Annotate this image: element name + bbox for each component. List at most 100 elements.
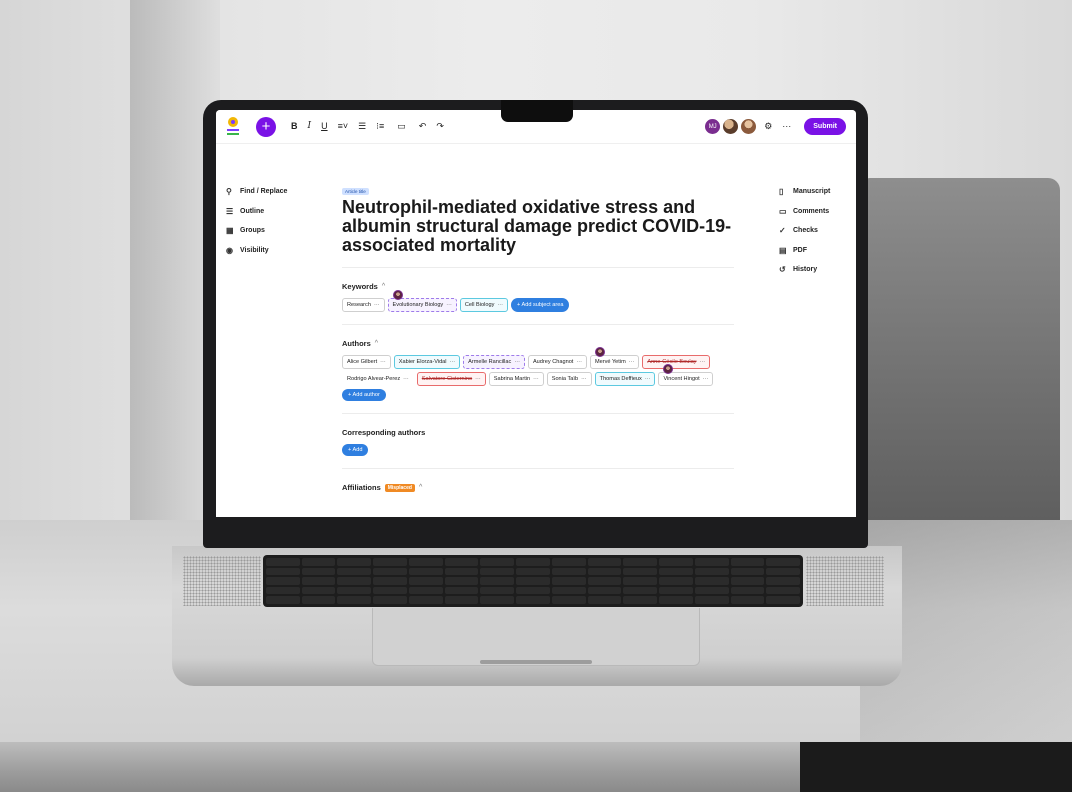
keywords-heading[interactable]: Keywords ^	[342, 282, 734, 291]
keyboard-key	[730, 567, 765, 576]
keyword-chip[interactable]: Evolutionary Biology ···	[387, 290, 457, 312]
authors-heading[interactable]: Authors ^	[342, 339, 734, 348]
keyboard-key	[659, 558, 693, 566]
keyboard-key	[623, 586, 658, 595]
keyboard-key	[480, 577, 515, 585]
author-chip[interactable]: Salvatore Cisternino ···	[416, 372, 486, 386]
more-icon[interactable]: ···	[374, 302, 380, 308]
keyboard-key	[659, 567, 693, 576]
more-icon[interactable]: ···	[699, 359, 705, 365]
sidebar-item-checks[interactable]: ✓ Checks	[779, 221, 830, 241]
divider	[342, 413, 734, 414]
keyboard-key	[408, 567, 443, 576]
more-icon[interactable]: ···	[576, 359, 582, 365]
settings-icon[interactable]: ⚙	[764, 122, 772, 131]
sidebar-item-visibility[interactable]: ◉ Visibility	[226, 241, 287, 261]
more-icon[interactable]: ···	[403, 376, 409, 382]
more-icon[interactable]: ···	[380, 359, 386, 365]
more-icon[interactable]: ···	[645, 376, 651, 382]
author-chip[interactable]: Rodrigo Alvear-Perez ···	[342, 372, 414, 386]
keyboard-key	[551, 577, 586, 585]
keyboard-key	[444, 567, 479, 576]
divider	[342, 324, 734, 325]
groups-icon: ▦	[226, 226, 234, 236]
keyboard-key	[694, 577, 729, 585]
author-chip[interactable]: Alice Gilbert ···	[342, 355, 391, 369]
author-chip[interactable]: Anne-Cécile Boulay ···	[642, 355, 711, 369]
chevron-up-icon[interactable]: ^	[382, 283, 385, 290]
app-screen: + B I U ≡˅ ☰ ⁝≡ ▭ ↶ ↷ MJ ⚙ ··· Submit ⚲ …	[216, 110, 856, 517]
keyboard-key	[373, 577, 407, 585]
right-speaker-grille	[806, 556, 884, 606]
bullet-list-icon[interactable]: ☰	[358, 122, 366, 131]
italic-button[interactable]: I	[308, 122, 312, 131]
underline-button[interactable]: U	[321, 122, 328, 131]
affiliations-heading[interactable]: Affiliations Misplaced ^	[342, 483, 734, 492]
sidebar-item-label: Groups	[240, 227, 265, 235]
keyboard-key	[373, 558, 407, 566]
search-icon: ⚲	[226, 187, 232, 197]
keyword-chip[interactable]: Research ···	[342, 298, 385, 312]
keyboard-key	[266, 586, 300, 595]
keyboard-key	[516, 596, 550, 604]
keyword-chip[interactable]: Cell Biology ···	[459, 298, 508, 312]
keyboard-key	[373, 567, 407, 576]
chevron-up-icon[interactable]: ^	[419, 484, 422, 491]
align-icon[interactable]: ≡˅	[338, 122, 349, 131]
more-icon[interactable]: ···	[497, 302, 503, 308]
more-icon[interactable]: ···	[446, 302, 452, 308]
author-chip[interactable]: Sabrina Martin ···	[488, 372, 544, 386]
keyboard-key	[301, 596, 336, 604]
more-icon[interactable]: ···	[703, 376, 709, 382]
sidebar-item-history[interactable]: ↺ History	[779, 260, 830, 280]
author-chip[interactable]: Sonia Taïb ···	[546, 372, 592, 386]
sidebar-item-label: History	[793, 266, 818, 274]
more-icon[interactable]: ···	[533, 376, 539, 382]
keyboard-key	[730, 558, 765, 566]
more-icon[interactable]: ···	[514, 359, 520, 365]
more-icon[interactable]: ···	[450, 359, 456, 365]
sidebar-item-outline[interactable]: ☰ Outline	[226, 202, 287, 222]
bold-button[interactable]: B	[291, 122, 298, 131]
avatar[interactable]: MJ	[705, 119, 721, 134]
keyboard-key	[480, 586, 515, 595]
submit-button[interactable]: Submit	[804, 118, 846, 135]
insert-button[interactable]: +	[256, 116, 276, 137]
more-icon[interactable]: ···	[581, 376, 587, 382]
author-chip[interactable]: Xabier Elorza-Vidal ···	[393, 355, 461, 369]
sidebar-item-manuscript[interactable]: ▯ Manuscript	[779, 182, 830, 202]
author-chip[interactable]: Armelle Rancillac ···	[463, 355, 525, 369]
comment-add-icon[interactable]: ▭	[397, 122, 406, 131]
more-icon[interactable]: ···	[782, 122, 791, 131]
app-logo	[226, 116, 240, 137]
keyboard-key	[551, 586, 586, 595]
numbered-list-icon[interactable]: ⁝≡	[376, 122, 384, 131]
add-corresponding-author-button[interactable]: + Add	[342, 444, 369, 456]
add-subject-area-button[interactable]: + Add subject area	[510, 298, 570, 312]
author-chip[interactable]: Vincent Hingot ···	[658, 364, 714, 386]
sidebar-item-comments[interactable]: ▭ Comments	[779, 202, 830, 222]
keyboard-key	[587, 577, 622, 585]
sidebar-item-pdf[interactable]: ▤ PDF	[779, 241, 830, 261]
redo-icon[interactable]: ↷	[436, 122, 444, 131]
article-title[interactable]: Neutrophil-mediated oxidative stress and…	[342, 198, 734, 255]
section-title: Corresponding authors	[342, 428, 426, 437]
author-chip[interactable]: Thomas Deffieux ···	[594, 372, 656, 386]
authors-list: Alice Gilbert ··· Xabier Elorza-Vidal ··· …	[342, 347, 722, 401]
author-chip[interactable]: Mervé Yetim ···	[589, 347, 640, 369]
more-icon[interactable]: ···	[629, 359, 635, 365]
author-chip[interactable]: Audrey Chagnot ···	[527, 355, 587, 369]
sidebar-item-find-replace[interactable]: ⚲ Find / Replace	[226, 182, 287, 202]
keyboard-key	[623, 558, 658, 566]
keyboard-key	[480, 567, 515, 576]
keyboard-key	[337, 567, 372, 576]
avatar[interactable]	[723, 119, 739, 134]
sidebar-item-groups[interactable]: ▦ Groups	[226, 221, 287, 241]
add-author-button[interactable]: + Add author	[342, 389, 386, 401]
divider	[342, 468, 734, 469]
chevron-up-icon[interactable]: ^	[375, 340, 378, 347]
avatar[interactable]	[741, 119, 757, 134]
undo-icon[interactable]: ↶	[419, 122, 427, 131]
more-icon[interactable]: ···	[475, 376, 481, 382]
keyboard-key	[551, 567, 586, 576]
